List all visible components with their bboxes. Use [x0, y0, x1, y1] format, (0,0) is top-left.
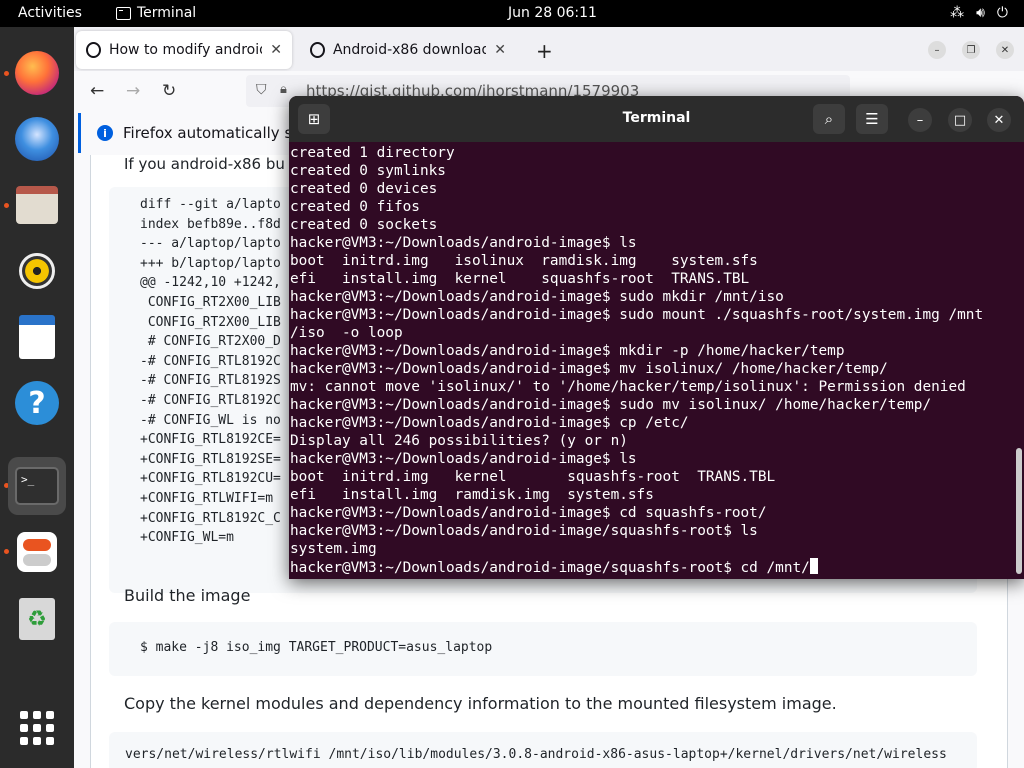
terminal-line: boot initrd.img kernel squashfs-root TRA… [290, 469, 776, 485]
terminal-line: hacker@VM3:~/Downloads/android-image$ mv… [290, 361, 888, 377]
files-icon [16, 186, 58, 224]
prompt-text: hacker@VM3:~/Downloads/android-image/squ… [290, 560, 810, 576]
terminal-line: created 0 devices [290, 181, 438, 197]
app-menu[interactable]: Terminal [116, 5, 196, 21]
close-window-icon[interactable]: ✕ [996, 41, 1014, 59]
terminal-output[interactable]: created 1 directory created 0 symlinks cre… [290, 144, 1014, 576]
tab-label: Android-x86 download la [332, 42, 487, 58]
terminal-line: /iso -o loop [290, 325, 403, 341]
terminal-window: ⊞ Terminal ⌕ ☰ – □ ✕ created 1 directory… [289, 96, 1024, 579]
back-icon[interactable]: ← [90, 81, 104, 101]
minimize-icon[interactable]: – [928, 41, 946, 59]
maximize-icon[interactable]: □ [948, 108, 972, 132]
copy-command: vers/net/wireless/rtlwifi /mnt/iso/lib/m… [125, 747, 947, 762]
close-tab-icon[interactable]: ✕ [494, 42, 506, 58]
terminal-line: created 1 directory [290, 145, 455, 161]
terminal-line: boot initrd.img isolinux ramdisk.img sys… [290, 253, 758, 269]
terminal-line: created 0 sockets [290, 217, 438, 233]
dock-trash[interactable]: ♻ [12, 594, 62, 644]
minimize-icon[interactable]: – [908, 108, 932, 132]
terminal-line: hacker@VM3:~/Downloads/android-image$ su… [290, 397, 932, 413]
terminal-line: hacker@VM3:~/Downloads/android-image$ ls [290, 235, 637, 251]
terminal-icon: >_ [15, 467, 59, 505]
build-heading: Build the image [124, 586, 251, 605]
make-command: $ make -j8 iso_img TARGET_PRODUCT=asus_l… [140, 640, 493, 655]
volume-icon: 🔊︎ [976, 5, 985, 21]
terminal-icon [116, 6, 131, 20]
activities-button[interactable]: Activities [18, 5, 82, 21]
web-icon [310, 42, 325, 58]
terminal-line: hacker@VM3:~/Downloads/android-image$ su… [290, 289, 784, 305]
terminal-line: created 0 fifos [290, 199, 420, 215]
writer-icon [19, 315, 55, 359]
terminal-line: mv: cannot move 'isolinux/' to '/home/ha… [290, 379, 966, 395]
dock-files[interactable] [12, 180, 62, 230]
restore-icon[interactable]: ❐ [962, 41, 980, 59]
copy-heading: Copy the kernel modules and dependency i… [124, 694, 837, 713]
settings-icon [17, 532, 57, 572]
terminal-line: hacker@VM3:~/Downloads/android-image$ su… [290, 307, 984, 323]
running-indicator [4, 203, 9, 208]
dock-writer[interactable] [12, 312, 62, 362]
copy-code-block: vers/net/wireless/rtlwifi /mnt/iso/lib/m… [109, 732, 977, 768]
running-indicator [4, 71, 9, 76]
tab-gist[interactable]: How to modify android-x86 ✕ [76, 31, 292, 69]
terminal-line: efi install.img ramdisk.img system.sfs [290, 487, 654, 503]
dock: ? >_ ♻ [0, 27, 74, 768]
terminal-line: efi install.img kernel squashfs-root TRA… [290, 271, 750, 287]
dock-rhythmbox[interactable] [12, 246, 62, 296]
terminal-line: system.img [290, 541, 377, 557]
dock-thunderbird[interactable] [12, 114, 62, 164]
menu-icon[interactable]: ☰ [856, 104, 888, 134]
show-apps-icon[interactable] [20, 711, 54, 745]
make-code-block: $ make -j8 iso_img TARGET_PRODUCT=asus_l… [109, 622, 977, 676]
tab-bar: How to modify android-x86 ✕ Android-x86 … [74, 27, 1024, 71]
text-cursor [809, 558, 818, 574]
partial-text: If you android-x86 bu [124, 155, 285, 173]
trash-icon: ♻ [19, 598, 55, 640]
terminal-header: ⊞ Terminal ⌕ ☰ – □ ✕ [289, 96, 1024, 142]
terminal-line: created 0 symlinks [290, 163, 446, 179]
network-icon: ⁂ [950, 5, 965, 21]
terminal-line: Display all 246 possibilities? (y or n) [290, 433, 628, 449]
dock-firefox[interactable] [12, 48, 62, 98]
system-tray[interactable]: ⁂ 🔊︎ ⏻ [950, 5, 1008, 21]
running-indicator [4, 549, 9, 554]
close-tab-icon[interactable]: ✕ [270, 42, 282, 58]
tab-label: How to modify android-x86 [108, 42, 262, 58]
terminal-line: hacker@VM3:~/Downloads/android-image/squ… [290, 523, 758, 539]
terminal-line: hacker@VM3:~/Downloads/android-image$ cp… [290, 415, 689, 431]
tab-android-download[interactable]: Android-x86 download la ✕ [300, 31, 516, 69]
lock-icon[interactable]: 🔒︎ [280, 82, 287, 97]
terminal-scrollbar[interactable] [1016, 448, 1022, 574]
top-bar: Activities Terminal Jun 28 06:11 ⁂ 🔊︎ ⏻ [0, 0, 1024, 27]
dock-help[interactable]: ? [12, 378, 62, 428]
help-icon: ? [15, 381, 59, 425]
app-name: Terminal [137, 5, 197, 21]
terminal-line: hacker@VM3:~/Downloads/android-image$ mk… [290, 343, 845, 359]
forward-icon[interactable]: → [126, 81, 140, 101]
new-tab-icon[interactable]: + [536, 39, 553, 63]
clock[interactable]: Jun 28 06:11 [508, 5, 597, 21]
thunderbird-icon [15, 117, 59, 161]
reload-icon[interactable]: ↻ [162, 81, 176, 101]
info-icon: i [97, 125, 113, 141]
search-icon[interactable]: ⌕ [813, 104, 845, 134]
firefox-icon [15, 51, 59, 95]
shield-icon[interactable]: ⛉ [256, 82, 267, 98]
dock-settings[interactable] [12, 527, 62, 577]
close-icon[interactable]: ✕ [987, 108, 1011, 132]
terminal-line: hacker@VM3:~/Downloads/android-image$ ls [290, 451, 637, 467]
github-icon [86, 42, 101, 58]
terminal-prompt-line[interactable]: hacker@VM3:~/Downloads/android-image/squ… [290, 558, 1014, 576]
dock-terminal[interactable]: >_ [8, 457, 66, 515]
terminal-line: hacker@VM3:~/Downloads/android-image$ cd… [290, 505, 767, 521]
power-icon: ⏻ [996, 5, 1008, 21]
rhythmbox-icon [19, 253, 55, 289]
